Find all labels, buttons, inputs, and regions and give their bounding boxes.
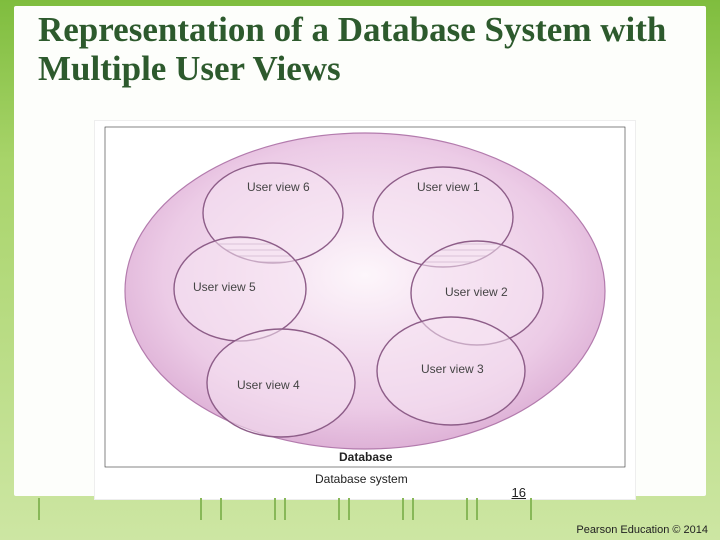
content-area: Representation of a Database System with… (14, 6, 706, 496)
user-view-3-label: User view 3 (421, 362, 484, 376)
diagram-container: User view 6 User view 1 User view 5 User… (94, 120, 636, 500)
database-system-label: Database system (315, 472, 408, 486)
user-view-4-label: User view 4 (237, 378, 300, 392)
copyright-footer: Pearson Education © 2014 (576, 524, 708, 536)
database-label: Database (339, 450, 393, 464)
user-view-6-label: User view 6 (247, 180, 310, 194)
user-view-2-label: User view 2 (445, 285, 508, 299)
slide-title: Representation of a Database System with… (38, 10, 682, 88)
user-view-5-label: User view 5 (193, 280, 256, 294)
footer-bar-decoration (0, 498, 720, 520)
user-view-1-label: User view 1 (417, 180, 480, 194)
database-views-diagram: User view 6 User view 1 User view 5 User… (95, 121, 635, 499)
slide: Representation of a Database System with… (0, 0, 720, 540)
